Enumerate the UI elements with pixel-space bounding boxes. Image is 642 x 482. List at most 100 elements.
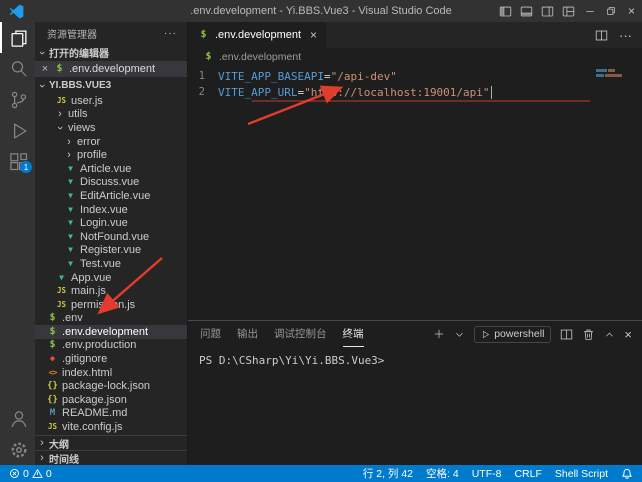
code-line-1[interactable]: 1VITE_APP_BASEAPI="/api-dev" <box>188 68 642 84</box>
env-file-icon: $ <box>197 29 210 41</box>
chevron-right-icon: › <box>64 150 74 160</box>
toggle-secondary-sidebar-button[interactable] <box>537 0 558 22</box>
open-editor-item[interactable]: × $ .env.development <box>35 61 187 77</box>
tree-item-.env.development[interactable]: $.env.development <box>35 325 187 339</box>
error-icon <box>9 468 20 479</box>
close-panel-icon[interactable]: × <box>624 327 632 342</box>
file-tree: JSuser.js›utils›views›error›profile▼Arti… <box>35 94 187 435</box>
tree-item-Test.vue[interactable]: ▼Test.vue <box>35 257 187 271</box>
activity-run-debug-button[interactable] <box>0 115 35 146</box>
vue-file-icon: ▼ <box>64 231 77 243</box>
tree-item-label: package.json <box>62 394 127 406</box>
split-terminal-icon[interactable] <box>560 328 573 341</box>
sidebar-more-actions-icon[interactable]: ··· <box>164 28 177 39</box>
code-editor[interactable]: 1VITE_APP_BASEAPI="/api-dev"2VITE_APP_UR… <box>188 66 642 320</box>
minimize-button[interactable] <box>579 0 600 22</box>
tree-item-Register.vue[interactable]: ▼Register.vue <box>35 244 187 258</box>
toggle-primary-sidebar-button[interactable] <box>495 0 516 22</box>
tree-item-README.md[interactable]: MREADME.md <box>35 407 187 421</box>
warnings-count: 0 <box>46 468 52 480</box>
vscode-window: .env.development - Yi.BBS.Vue3 - Visual … <box>0 0 642 482</box>
activity-source-control-button[interactable] <box>0 84 35 115</box>
tree-item-Article.vue[interactable]: ▼Article.vue <box>35 162 187 176</box>
json-file-icon: {} <box>46 380 59 392</box>
close-window-button[interactable]: × <box>621 0 642 22</box>
new-terminal-button[interactable] <box>433 328 445 340</box>
env-file-icon: $ <box>46 312 59 324</box>
shell-selector[interactable]: powershell <box>474 326 551 343</box>
panel-tab-problems[interactable]: 问题 <box>200 321 221 347</box>
kill-terminal-icon[interactable] <box>582 328 595 341</box>
breadcrumb[interactable]: $ .env.development <box>188 48 642 66</box>
panel-header: 问题输出调试控制台终端 powershell <box>188 321 642 347</box>
activity-search-button[interactable] <box>0 53 35 84</box>
panel-tab-output[interactable]: 输出 <box>237 321 258 347</box>
tree-item-user.js[interactable]: JSuser.js <box>35 94 187 108</box>
tree-item-label: Login.vue <box>80 217 128 229</box>
tree-item-Discuss.vue[interactable]: ▼Discuss.vue <box>35 176 187 190</box>
tree-item-views[interactable]: ›views <box>35 121 187 135</box>
minimap-line <box>596 69 638 72</box>
tree-item-Login.vue[interactable]: ▼Login.vue <box>35 216 187 230</box>
project-root-header[interactable]: › YI.BBS.VUE3 <box>35 77 187 94</box>
indentation[interactable]: 空格: 4 <box>426 466 459 481</box>
eol-sequence[interactable]: CRLF <box>514 468 541 480</box>
env-key-token: VITE_APP_BASEAPI <box>218 70 324 83</box>
tab-env-development[interactable]: $ .env.development × <box>188 22 326 48</box>
tab-close-icon[interactable]: × <box>310 28 317 42</box>
encoding[interactable]: UTF-8 <box>472 468 502 480</box>
close-editor-icon[interactable]: × <box>40 63 50 75</box>
activity-settings-button[interactable] <box>0 434 35 465</box>
outline-section-header[interactable]: › 大纲 <box>35 435 187 450</box>
tree-item-package-lock.json[interactable]: {}package-lock.json <box>35 379 187 393</box>
line-number: 1 <box>188 70 218 82</box>
activity-extensions-button[interactable]: 1 <box>0 146 35 177</box>
tree-item-index.html[interactable]: <>index.html <box>35 366 187 380</box>
activity-explorer-button[interactable] <box>0 22 35 53</box>
minimap[interactable] <box>596 69 638 79</box>
tree-item-.env.production[interactable]: $.env.production <box>35 339 187 353</box>
maximize-panel-icon[interactable] <box>604 329 615 340</box>
tree-item-EditArticle.vue[interactable]: ▼EditArticle.vue <box>35 189 187 203</box>
panel-tab-terminal[interactable]: 终端 <box>343 321 364 347</box>
terminal[interactable]: PS D:\CSharp\Yi\Yi.BBS.Vue3> <box>188 347 642 465</box>
tree-item-vite.config.js[interactable]: JSvite.config.js <box>35 420 187 434</box>
notifications-bell-icon[interactable] <box>621 468 633 480</box>
tree-item-label: main.js <box>71 285 106 297</box>
tree-item-utils[interactable]: ›utils <box>35 108 187 122</box>
tree-item-App.vue[interactable]: ▼App.vue <box>35 271 187 285</box>
tree-item-label: .env.production <box>62 339 136 351</box>
panel-tab-debug-console[interactable]: 调试控制台 <box>274 321 327 347</box>
tree-item-main.js[interactable]: JSmain.js <box>35 284 187 298</box>
tree-item-label: profile <box>77 149 107 161</box>
split-editor-icon[interactable] <box>595 29 608 42</box>
tree-item-NotFound.vue[interactable]: ▼NotFound.vue <box>35 230 187 244</box>
editor-group: $ .env.development × ··· $ .env.developm… <box>187 22 642 465</box>
breadcrumb-label: .env.development <box>219 51 301 63</box>
language-mode[interactable]: Shell Script <box>555 468 608 480</box>
editor-more-actions-icon[interactable]: ··· <box>619 28 632 43</box>
launch-profile-chevron-icon[interactable] <box>454 329 465 340</box>
restore-button[interactable] <box>600 0 621 22</box>
code-line-2[interactable]: 2VITE_APP_URL="http://localhost:19001/ap… <box>188 84 642 100</box>
tree-item-.env[interactable]: $.env <box>35 312 187 326</box>
problems-status[interactable]: 0 0 <box>9 468 52 480</box>
tree-item-profile[interactable]: ›profile <box>35 148 187 162</box>
timeline-label: 时间线 <box>49 451 79 466</box>
tree-item-package.json[interactable]: {}package.json <box>35 393 187 407</box>
tree-item-label: error <box>77 136 100 148</box>
tree-item-error[interactable]: ›error <box>35 135 187 149</box>
tree-item-Index.vue[interactable]: ▼Index.vue <box>35 203 187 217</box>
activity-bar-spacer <box>0 177 35 403</box>
timeline-section-header[interactable]: › 时间线 <box>35 450 187 465</box>
cursor-position[interactable]: 行 2, 列 42 <box>363 466 413 481</box>
markdown-file-icon: M <box>46 407 59 419</box>
tree-item-permission.js[interactable]: JSpermission.js <box>35 298 187 312</box>
toggle-panel-button[interactable] <box>516 0 537 22</box>
tree-item-label: index.html <box>62 367 112 379</box>
customize-layout-button[interactable] <box>558 0 579 22</box>
tree-item-.gitignore[interactable]: ◆.gitignore <box>35 352 187 366</box>
activity-account-button[interactable] <box>0 403 35 434</box>
outline-label: 大纲 <box>49 436 69 451</box>
open-editors-header[interactable]: › 打开的编辑器 <box>35 44 187 61</box>
